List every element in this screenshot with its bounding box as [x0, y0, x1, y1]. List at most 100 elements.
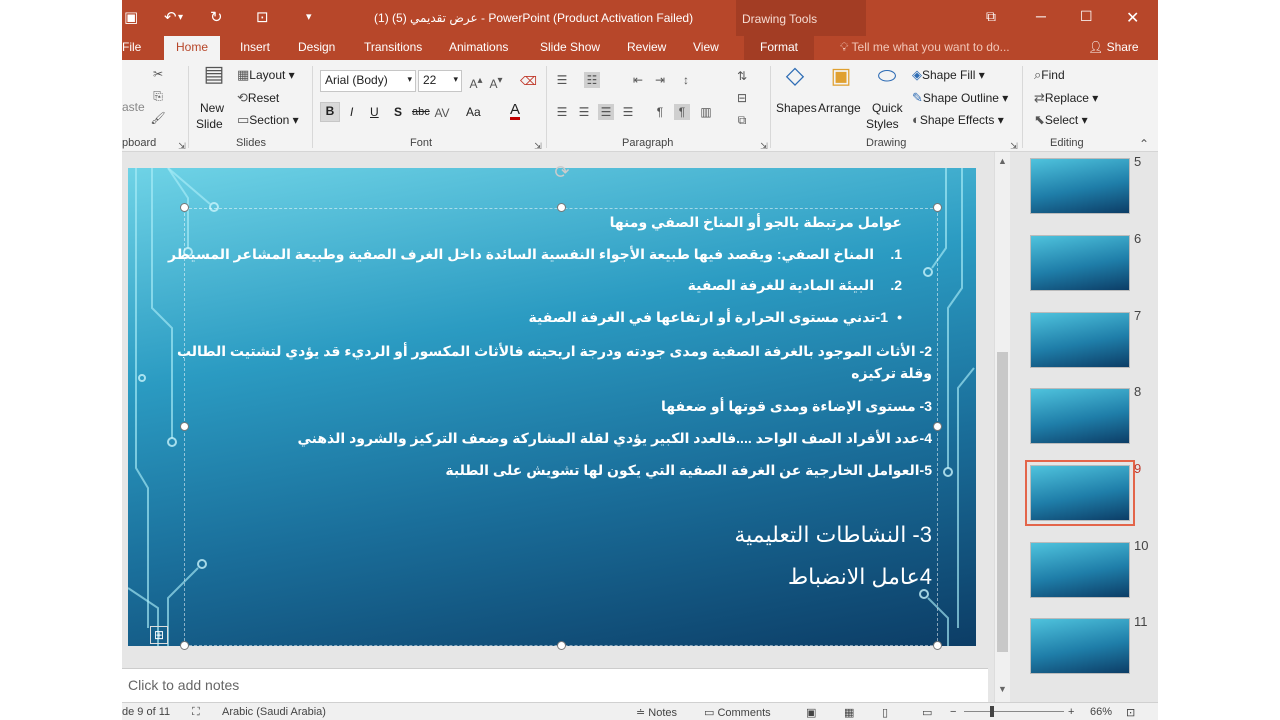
- tab-design[interactable]: Design: [298, 40, 335, 54]
- shapes-button[interactable]: Shapes: [776, 101, 817, 115]
- vertical-scrollbar[interactable]: ▲ ▼: [994, 152, 1010, 702]
- close-icon[interactable]: ✕: [1126, 8, 1139, 28]
- new-slide-icon[interactable]: ▤: [200, 63, 228, 92]
- autofit-options-icon[interactable]: ⊞: [150, 626, 168, 644]
- zoom-out-icon[interactable]: −: [950, 706, 956, 718]
- resize-handle[interactable]: [933, 203, 942, 212]
- redo-icon[interactable]: ↻: [210, 8, 223, 26]
- underline-button[interactable]: U: [370, 105, 379, 119]
- character-spacing-icon[interactable]: AV: [434, 105, 450, 121]
- normal-view-icon[interactable]: ▣: [806, 706, 816, 719]
- tell-me-search[interactable]: 💡︎ Tell me what you want to do...: [840, 40, 1010, 55]
- rtl-icon[interactable]: ¶: [674, 104, 690, 120]
- tab-slide-show[interactable]: Slide Show: [540, 40, 600, 54]
- text-box-selection[interactable]: [184, 208, 938, 646]
- cut-icon[interactable]: ✂: [150, 66, 166, 82]
- columns-icon[interactable]: ▥: [698, 104, 714, 120]
- tab-view[interactable]: View: [693, 40, 719, 54]
- reset-button[interactable]: ⟲ Reset: [237, 90, 279, 106]
- numbering-icon[interactable]: ☷: [584, 72, 600, 88]
- align-right-icon[interactable]: ☰: [598, 104, 614, 120]
- resize-handle[interactable]: [933, 422, 942, 431]
- resize-handle[interactable]: [557, 203, 566, 212]
- slideshow-view-icon[interactable]: ▭: [922, 706, 932, 719]
- tab-animations[interactable]: Animations: [449, 40, 508, 54]
- quick-styles-icon[interactable]: ⬭: [872, 65, 902, 98]
- minimize-icon[interactable]: ─: [1036, 8, 1046, 24]
- justify-icon[interactable]: ☰: [620, 104, 636, 120]
- zoom-slider-thumb[interactable]: [990, 706, 994, 717]
- zoom-slider[interactable]: [964, 711, 1064, 712]
- reading-view-icon[interactable]: ▯: [882, 706, 888, 719]
- spelling-icon[interactable]: ⛶: [192, 706, 200, 719]
- bullets-icon[interactable]: ☰: [554, 72, 570, 88]
- decrease-indent-icon[interactable]: ⇤: [630, 72, 646, 88]
- align-left-icon[interactable]: ☰: [554, 104, 570, 120]
- line-spacing-icon[interactable]: ↕: [678, 72, 694, 88]
- comments-toggle[interactable]: ▭ Comments: [704, 706, 771, 719]
- ltr-icon[interactable]: ¶: [652, 104, 668, 120]
- resize-handle[interactable]: [180, 422, 189, 431]
- align-center-icon[interactable]: ☰: [576, 104, 592, 120]
- start-presentation-icon[interactable]: ⊡: [256, 8, 269, 26]
- slide-thumbnail[interactable]: [1030, 235, 1130, 291]
- resize-handle[interactable]: [180, 641, 189, 650]
- section-button[interactable]: ▭ Section ▾: [237, 112, 299, 128]
- layout-button[interactable]: ▦ Layout ▾: [237, 67, 295, 83]
- tab-transitions[interactable]: Transitions: [364, 40, 422, 54]
- language-indicator[interactable]: Arabic (Saudi Arabia): [222, 706, 326, 718]
- increase-font-icon[interactable]: A▴: [468, 73, 484, 91]
- shadow-button[interactable]: S: [394, 105, 402, 119]
- copy-icon[interactable]: ⎘: [150, 88, 166, 104]
- tab-home[interactable]: Home: [164, 36, 221, 60]
- align-text-icon[interactable]: ⊟: [734, 90, 750, 106]
- scroll-thumb[interactable]: [997, 352, 1008, 652]
- slide-thumbnail[interactable]: [1030, 158, 1130, 214]
- scroll-down-icon[interactable]: ▼: [998, 684, 1007, 694]
- notes-toggle[interactable]: ≐ Notes: [636, 706, 677, 719]
- tab-format[interactable]: Format: [744, 36, 815, 60]
- resize-handle[interactable]: [933, 641, 942, 650]
- slide-thumbnail[interactable]: [1030, 542, 1130, 598]
- slide-thumbnail[interactable]: [1030, 618, 1130, 674]
- font-name-box[interactable]: Arial (Body) ▾: [320, 70, 416, 92]
- select-button[interactable]: ⬉ Select ▾: [1034, 112, 1088, 128]
- shape-effects-button[interactable]: ◐ Shape Effects ▾: [912, 112, 1004, 127]
- notes-pane[interactable]: Click to add notes: [122, 668, 988, 702]
- collapse-ribbon-icon[interactable]: ⌃: [1136, 136, 1152, 152]
- new-slide-button[interactable]: New: [200, 101, 224, 115]
- resize-handle[interactable]: [180, 203, 189, 212]
- font-color-button[interactable]: A: [510, 102, 521, 120]
- format-painter-icon[interactable]: 🖌︎: [150, 110, 166, 126]
- clear-formatting-icon[interactable]: ⌫: [520, 73, 537, 89]
- undo-icon[interactable]: ↶: [164, 8, 177, 26]
- font-size-box[interactable]: 22 ▾: [418, 70, 462, 92]
- quick-styles-button[interactable]: Quick: [872, 101, 903, 115]
- decrease-font-icon[interactable]: A▾: [488, 73, 504, 91]
- scroll-up-icon[interactable]: ▲: [998, 156, 1007, 166]
- bold-button[interactable]: B: [320, 102, 340, 122]
- customize-toolbar-icon[interactable]: ▾: [306, 10, 312, 23]
- arrange-button[interactable]: Arrange: [818, 101, 861, 115]
- tab-insert[interactable]: Insert: [240, 40, 270, 54]
- shape-outline-button[interactable]: ✎ Shape Outline ▾: [912, 90, 1008, 106]
- undo-dropdown-icon[interactable]: ▾: [178, 12, 183, 23]
- quick-styles-button-label[interactable]: Styles: [866, 117, 899, 131]
- tab-review[interactable]: Review: [627, 40, 666, 54]
- increase-indent-icon[interactable]: ⇥: [652, 72, 668, 88]
- replace-button[interactable]: ⇄ Replace ▾: [1034, 90, 1098, 106]
- resize-handle[interactable]: [557, 641, 566, 650]
- slide-thumbnail[interactable]: [1030, 388, 1130, 444]
- slide-thumbnail-selected[interactable]: [1025, 460, 1135, 526]
- text-direction-icon[interactable]: ⇅: [734, 68, 750, 84]
- slide-sorter-icon[interactable]: ▦: [844, 706, 854, 719]
- ribbon-display-icon[interactable]: ⧉: [986, 8, 996, 25]
- smartart-icon[interactable]: ⧉: [734, 112, 750, 128]
- new-slide-button-label[interactable]: Slide: [196, 117, 223, 131]
- zoom-in-icon[interactable]: +: [1068, 706, 1074, 718]
- paste-button[interactable]: aste: [122, 100, 145, 114]
- rotate-handle-icon[interactable]: ⟳: [552, 162, 572, 182]
- save-icon[interactable]: ▣: [124, 8, 138, 26]
- change-case-button[interactable]: Aa: [466, 105, 481, 119]
- fit-to-window-icon[interactable]: ⊡: [1126, 706, 1135, 719]
